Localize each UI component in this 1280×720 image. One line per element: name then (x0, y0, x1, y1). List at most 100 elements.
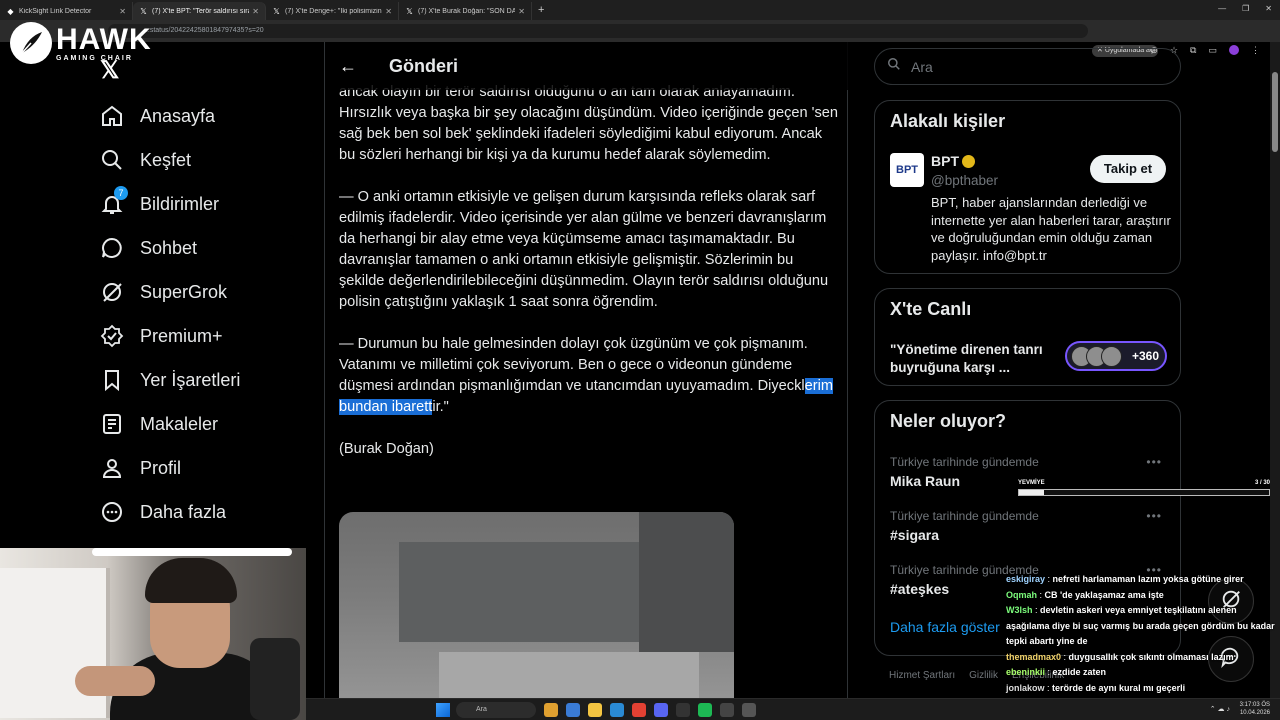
person-name[interactable]: BPT (931, 153, 975, 169)
person-icon (98, 454, 126, 482)
person-name-label: BPT (931, 153, 959, 169)
live-card: X'te Canlı "Yönetime direnen tanrı buyru… (874, 288, 1181, 386)
sidebar-item-label: Sohbet (140, 237, 198, 258)
streamer-hand (75, 666, 155, 696)
card-title: X'te Canlı (890, 299, 972, 319)
menu-icon[interactable]: ⋮ (1251, 45, 1260, 56)
chat-icon (98, 234, 126, 262)
back-arrow-icon[interactable]: ← (339, 56, 363, 77)
stream-chat-overlay: eskigiray : nefreti harlamaman lazım yok… (1006, 572, 1278, 712)
maximize-icon[interactable]: ❐ (1242, 4, 1249, 13)
chat-text: duygusallık çok sıkıntı olmaması lazım (1068, 651, 1234, 662)
extensions-icon[interactable]: ⧉ (1190, 45, 1196, 56)
chat-separator: : (1044, 682, 1053, 693)
paragraph-text: — Durumun bu hale gelmesinden dolayı çok… (339, 336, 808, 394)
scrollbar-thumb[interactable] (1272, 72, 1278, 152)
person-bio: BPT, haber ajanslarından derlediği ve in… (931, 195, 1171, 263)
live-space-title[interactable]: "Yönetime direnen tanrı buyruğuna karşı … (890, 341, 1060, 377)
search-input[interactable]: Ara (911, 59, 933, 75)
taskbar-apps (544, 703, 756, 717)
obs-icon[interactable] (742, 703, 756, 717)
sidebar-item-notifications[interactable]: 7 Bildirimler (98, 182, 240, 226)
url-field[interactable]: ...status/2042242580184797435?s=20 (108, 24, 1088, 38)
trend-name: #sigara (890, 527, 940, 543)
sidebar-item-more[interactable]: Daha fazla (98, 490, 240, 534)
taskbar-clock[interactable]: 3:17:03 ÖS 10.04.2026 (1240, 701, 1270, 717)
tab-title: (7) X'te Denge+: "İki polisimizin (285, 7, 382, 15)
chat-username: Oqmah (1006, 589, 1038, 600)
app-icon[interactable] (676, 703, 690, 717)
system-tray[interactable]: ⌃ ☁ ♪ (1210, 705, 1230, 713)
chrome-icon[interactable] (632, 703, 646, 717)
post-paragraph: — Durumun bu hale gelmesinden dolayı çok… (339, 334, 839, 418)
webcam-light-bar (92, 548, 292, 556)
trend-context: Türkiye tarihinde gündemde (890, 455, 1039, 469)
extension-icon: ◆ (7, 6, 14, 16)
grok-icon (98, 278, 126, 306)
sidebar-item-profile[interactable]: Profil (98, 446, 240, 490)
chat-text: terörde de aynı kural mı geçerli (1052, 682, 1186, 693)
sidebar-item-label: SuperGrok (140, 281, 228, 302)
app-icon[interactable] (544, 703, 558, 717)
app-icon[interactable] (566, 703, 580, 717)
sidebar-item-articles[interactable]: Makaleler (98, 402, 240, 446)
x-icon: 𝕏 (140, 6, 147, 16)
app-icon[interactable] (720, 703, 734, 717)
chat-separator: : (1045, 574, 1053, 584)
page-title: Gönderi (389, 55, 459, 76)
close-icon[interactable]: ✕ (518, 7, 525, 16)
sidebar-item-supergrok[interactable]: SuperGrok (98, 270, 240, 314)
sidebar-item-bookmarks[interactable]: Yer İşaretleri (98, 358, 240, 402)
more-icon[interactable]: ••• (1146, 455, 1162, 469)
card-title: Alakalı kişiler (890, 111, 1006, 131)
close-icon[interactable]: ✕ (252, 7, 259, 16)
sidebar-item-home[interactable]: Anasayfa (98, 94, 240, 138)
live-listeners-pill[interactable]: +360 (1065, 341, 1167, 371)
minimize-icon[interactable]: — (1218, 4, 1226, 13)
windows-start-icon[interactable] (436, 703, 450, 717)
profile-avatar[interactable] (1229, 45, 1239, 55)
hawk-title: HAWK (56, 22, 152, 56)
avatar[interactable]: BPT (890, 153, 924, 187)
sidebar-item-explore[interactable]: Keşfet (98, 138, 240, 182)
browser-tab-active[interactable]: 𝕏 (7) X'te BPT: "Terör saldırısı sırası … (133, 2, 266, 20)
footer-link[interactable]: Hizmet Şartları (889, 670, 955, 681)
spotify-icon[interactable] (698, 703, 712, 717)
browser-tab[interactable]: 𝕏 (7) X'te Burak Doğan: "SON DAK ✕ (399, 2, 532, 20)
webcam-overlay (0, 548, 306, 720)
post-video[interactable] (339, 512, 734, 720)
sidebar-item-chat[interactable]: Sohbet (98, 226, 240, 270)
progress-track (1018, 489, 1270, 496)
footer-link[interactable]: Gizlilik (969, 670, 998, 681)
follow-button[interactable]: Takip et (1090, 155, 1166, 183)
progress-label: YEVMİYE (1018, 480, 1045, 486)
post-signature: (Burak Doğan) (339, 441, 434, 457)
chat-message: themadmax0 : duygusallık çok sıkıntı olm… (1006, 650, 1278, 666)
new-tab-button[interactable]: + (538, 4, 544, 16)
main-column: ← Gönderi ancak olayın bir terör saldırı… (324, 42, 848, 720)
post-body: ancak olayın bir terör saldırısı olduğun… (339, 82, 839, 481)
more-icon[interactable]: ••• (1146, 509, 1162, 523)
edge-icon[interactable] (610, 703, 624, 717)
close-icon[interactable]: ✕ (119, 7, 126, 16)
hawk-feather-icon (10, 22, 52, 64)
sidebar-item-premium[interactable]: Premium+ (98, 314, 240, 358)
chat-message: eskigiray : nefreti harlamaman lazım yok… (1006, 572, 1278, 588)
browser-tab[interactable]: 𝕏 (7) X'te Denge+: "İki polisimizin ✕ (266, 2, 399, 20)
browser-tab[interactable]: ◆ KickSight Link Detector ✕ (0, 2, 133, 20)
sidepanel-icon[interactable]: ▭ (1208, 45, 1217, 56)
close-window-icon[interactable]: ✕ (1265, 4, 1272, 13)
show-more-link[interactable]: Daha fazla göster (890, 619, 1000, 635)
trend-item[interactable]: Türkiye tarihinde gündemde #sigara ••• (890, 509, 1170, 543)
chat-message: Oqmah : CB 'de yaklaşamaz ama işte (1006, 588, 1278, 604)
verified-badge-icon (98, 322, 126, 350)
window-controls: — ❐ ✕ (1218, 4, 1272, 13)
discord-icon[interactable] (654, 703, 668, 717)
taskbar-search[interactable]: Ara (456, 702, 536, 718)
post-header: ← Gönderi (325, 42, 848, 90)
chat-message: W3lsh : devletin askeri veya emniyet teş… (1006, 603, 1278, 650)
search-box[interactable]: Ara (874, 48, 1181, 85)
sidebar-nav: Anasayfa Keşfet 7 Bildirimler Sohbet Sup… (98, 94, 240, 534)
folder-icon[interactable] (588, 703, 602, 717)
close-icon[interactable]: ✕ (385, 7, 392, 16)
